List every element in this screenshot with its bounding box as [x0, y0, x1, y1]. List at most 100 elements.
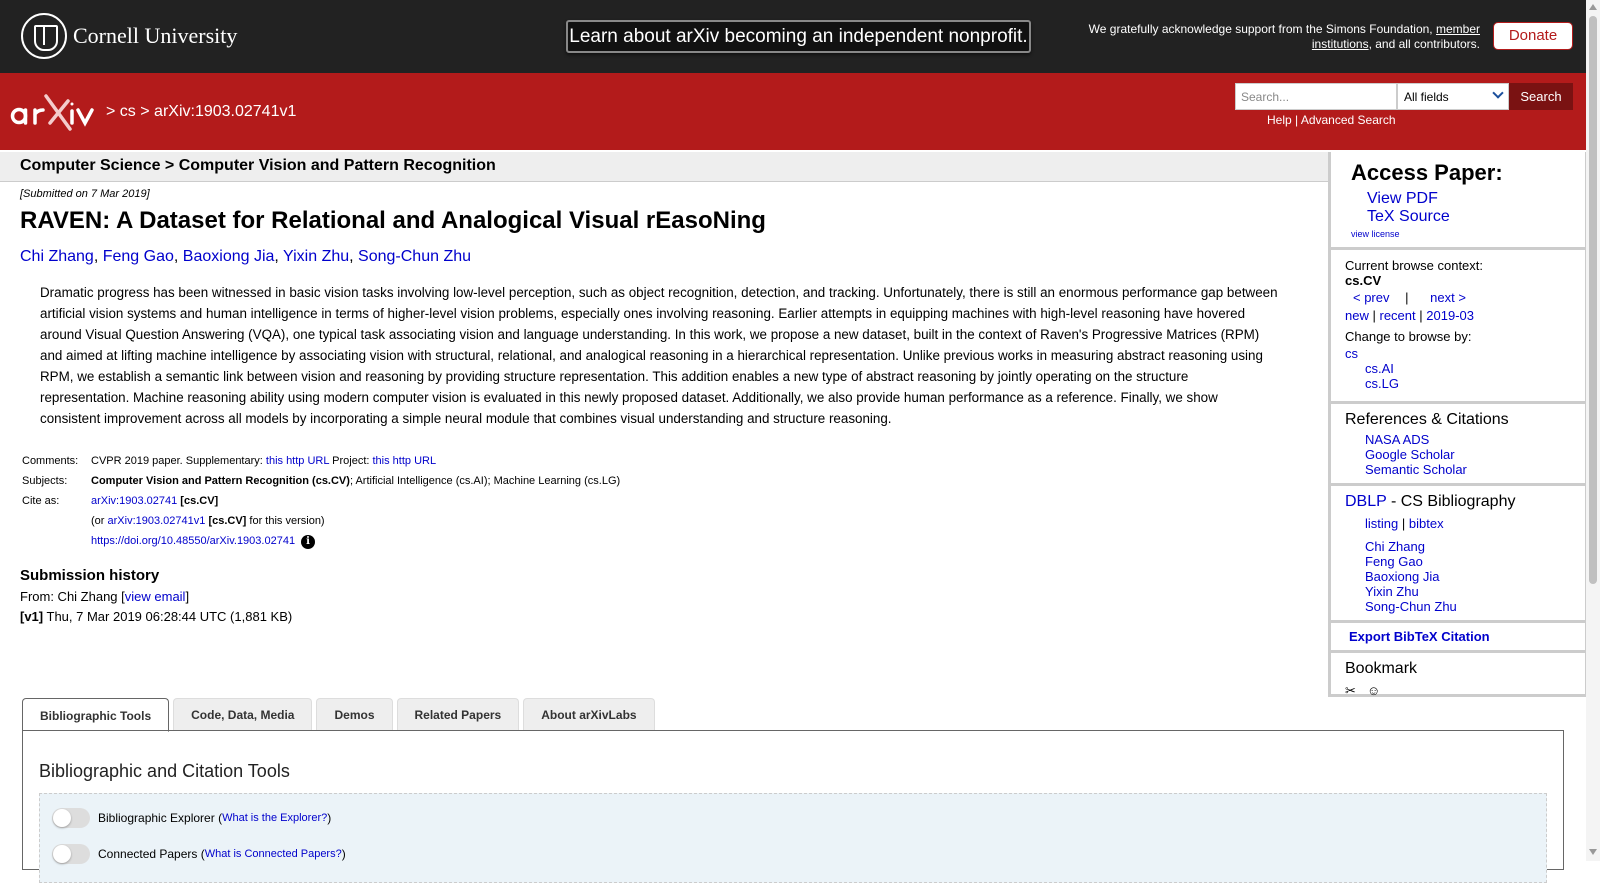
sidebar: Access Paper: View PDF TeX Source view l…: [1328, 152, 1586, 698]
help-link[interactable]: Help: [1267, 113, 1292, 127]
author-link[interactable]: Chi Zhang: [20, 248, 94, 265]
info-icon[interactable]: i: [301, 535, 316, 549]
next-link[interactable]: next >: [1430, 290, 1466, 305]
prev-next-sep: |: [1405, 290, 1409, 305]
cite-version: (or arXiv:1903.02741v1 [cs.CV] for this …: [89, 513, 622, 533]
scroll-down-arrow-icon[interactable]: [1589, 849, 1597, 855]
cite-or: (or: [91, 515, 105, 527]
connected-papers-toggle[interactable]: [52, 844, 90, 864]
tab-code-data-media[interactable]: Code, Data, Media: [173, 698, 313, 730]
dblp-author-link[interactable]: Song-Chun Zhu: [1365, 599, 1571, 614]
references-box: References & Citations NASA ADS Google S…: [1331, 404, 1585, 486]
comments-prefix: CVPR 2019 paper. Supplementary:: [91, 455, 263, 467]
browse-csai-link[interactable]: cs.AI: [1365, 361, 1571, 376]
advanced-search-link[interactable]: Advanced Search: [1301, 113, 1396, 127]
bookmark-box: Bookmark ✂ ☺: [1331, 653, 1585, 705]
author-link[interactable]: Baoxiong Jia: [183, 248, 275, 265]
breadcrumb-cs[interactable]: cs: [120, 103, 136, 120]
labs-tabs: Bibliographic Tools Code, Data, Media De…: [22, 698, 655, 732]
cite-version-row: (or arXiv:1903.02741v1 [cs.CV] for this …: [20, 513, 622, 533]
access-paper-box: Access Paper: View PDF TeX Source view l…: [1331, 152, 1585, 250]
help-links: Help | Advanced Search: [1267, 113, 1396, 127]
donate-button[interactable]: Donate: [1493, 22, 1573, 50]
comments-mid: Project:: [332, 455, 370, 467]
prev-link[interactable]: < prev: [1353, 290, 1390, 305]
submission-history: From: Chi Zhang [view email] [v1] Thu, 7…: [20, 587, 1320, 627]
tex-source-link[interactable]: TeX Source: [1367, 208, 1571, 226]
author-link[interactable]: Yixin Zhu: [283, 248, 349, 265]
cite-v1-link[interactable]: arXiv:1903.02741v1: [108, 515, 206, 527]
breadcrumb: > cs > arXiv:1903.02741v1: [106, 103, 296, 121]
search-field-select[interactable]: All fields: [1397, 83, 1509, 110]
bibsonomy-icon[interactable]: ✂: [1345, 683, 1363, 699]
tab-about-arxivlabs[interactable]: About arXivLabs: [523, 698, 655, 730]
google-scholar-link[interactable]: Google Scholar: [1365, 447, 1571, 462]
abstract: Dramatic progress has been witnessed in …: [40, 285, 1278, 426]
cite-id-link[interactable]: arXiv:1903.02741: [91, 495, 177, 507]
nasa-ads-link[interactable]: NASA ADS: [1365, 432, 1571, 447]
sep: |: [1401, 516, 1406, 531]
subjects-label: Subjects:: [22, 475, 68, 487]
tab-related-papers[interactable]: Related Papers: [396, 698, 520, 730]
search-input[interactable]: Search...: [1235, 83, 1397, 110]
month-link[interactable]: 2019-03: [1426, 308, 1474, 323]
dblp-link[interactable]: DBLP: [1345, 493, 1387, 510]
browse-cslg-link[interactable]: cs.LG: [1365, 376, 1571, 391]
project-link[interactable]: this http URL: [373, 455, 437, 467]
dblp-suffix: - CS Bibliography: [1386, 493, 1516, 510]
author-link[interactable]: Song-Chun Zhu: [358, 248, 471, 265]
dblp-bibtex-link[interactable]: bibtex: [1409, 516, 1444, 531]
page-scrollbar[interactable]: [1586, 0, 1600, 861]
connected-papers-help-link[interactable]: What is Connected Papers?: [205, 848, 342, 860]
metadata-table: Comments: CVPR 2019 paper. Supplementary…: [20, 453, 622, 553]
panel-heading: Bibliographic and Citation Tools: [39, 761, 290, 781]
dblp-author-link[interactable]: Yixin Zhu: [1365, 584, 1571, 599]
recent-links: new | recent | 2019-03: [1345, 308, 1571, 323]
recent-link[interactable]: recent: [1380, 308, 1416, 323]
dblp-author-link[interactable]: Baoxiong Jia: [1365, 569, 1571, 584]
browse-cs-link[interactable]: cs: [1345, 346, 1571, 361]
doi-link[interactable]: https://doi.org/10.48550/arXiv.1903.0274…: [91, 535, 295, 547]
paren: ): [327, 811, 332, 825]
breadcrumb-sep: >: [106, 103, 116, 120]
breadcrumb-paper-id[interactable]: arXiv:1903.02741v1: [154, 103, 296, 120]
breadcrumb-sep: >: [140, 103, 150, 120]
supplementary-link[interactable]: this http URL: [266, 455, 329, 467]
ack-suffix: , and all contributors.: [1368, 37, 1480, 51]
bookmark-heading: Bookmark: [1345, 660, 1418, 677]
dblp-author-link[interactable]: Chi Zhang: [1365, 539, 1571, 554]
explorer-row: Bibliographic Explorer (What is the Expl…: [52, 808, 331, 828]
explorer-help-link[interactable]: What is the Explorer?: [222, 812, 327, 824]
version-tag[interactable]: [v1]: [20, 609, 43, 624]
tab-demos[interactable]: Demos: [316, 698, 393, 730]
change-browse-label: Change to browse by:: [1345, 329, 1472, 344]
cornell-logo[interactable]: Cornell University: [21, 13, 237, 59]
semantic-scholar-link[interactable]: Semantic Scholar: [1365, 462, 1571, 477]
scroll-up-arrow-icon[interactable]: [1589, 4, 1597, 10]
reddit-icon[interactable]: ☺: [1367, 683, 1385, 699]
chevron-down-icon: [1492, 87, 1504, 99]
cite-tag: [cs.CV]: [180, 495, 219, 507]
other-subjects: ; Artificial Intelligence (cs.AI); Machi…: [349, 475, 621, 487]
nonprofit-notice-button[interactable]: Learn about arXiv becoming an independen…: [566, 20, 1031, 53]
top-bar: Cornell University Learn about arXiv bec…: [0, 0, 1600, 73]
dblp-listing-link[interactable]: listing: [1365, 516, 1398, 531]
tab-panel: Bibliographic and Citation Tools Bibliog…: [22, 730, 1564, 883]
scrollbar-thumb[interactable]: [1589, 16, 1597, 584]
author-link[interactable]: Feng Gao: [103, 248, 174, 265]
view-pdf-link[interactable]: View PDF: [1367, 190, 1571, 208]
new-link[interactable]: new: [1345, 308, 1369, 323]
sep: |: [1419, 308, 1423, 323]
cite-row: Cite as: arXiv:1903.02741 [cs.CV]: [20, 493, 622, 513]
arxiv-logo-icon[interactable]: [10, 91, 102, 133]
search-button[interactable]: Search: [1509, 83, 1573, 110]
export-bibtex-link[interactable]: Export BibTeX Citation: [1349, 629, 1490, 644]
comments-row: Comments: CVPR 2019 paper. Supplementary…: [20, 453, 622, 473]
dblp-author-link[interactable]: Feng Gao: [1365, 554, 1571, 569]
cite-v1-tag: [cs.CV]: [208, 515, 247, 527]
view-email-link[interactable]: view email: [125, 589, 186, 604]
view-license-link[interactable]: view license: [1351, 229, 1571, 239]
tab-bibliographic-tools[interactable]: Bibliographic Tools: [22, 698, 170, 732]
explorer-toggle[interactable]: [52, 808, 90, 828]
history-from-suffix: ]: [185, 589, 190, 604]
